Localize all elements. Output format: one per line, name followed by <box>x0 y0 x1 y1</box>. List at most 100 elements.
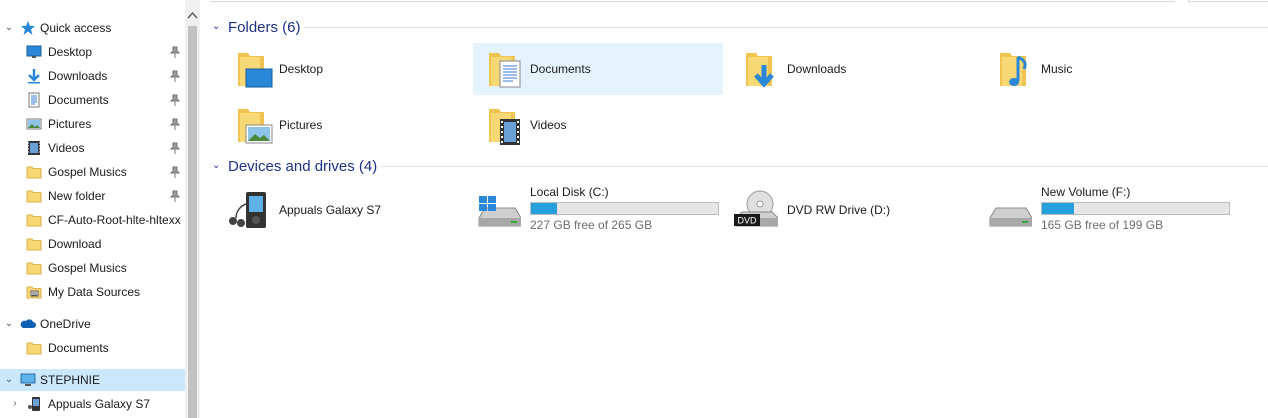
desktop-folder-icon <box>238 53 273 88</box>
folder-label: Videos <box>530 118 567 132</box>
sidebar-item-label: Pictures <box>48 117 92 131</box>
chevron-right-icon[interactable]: › <box>9 398 21 410</box>
downloads-folder-icon <box>746 53 774 88</box>
drive-usage-bar <box>1041 202 1230 215</box>
pin-icon[interactable] <box>170 118 180 130</box>
folder-documents[interactable]: Documents <box>473 43 723 95</box>
windows-drive-icon <box>478 196 521 227</box>
sidebar-item-onedrive[interactable]: ⌄ OneDrive <box>0 313 185 335</box>
sidebar-item-label: New folder <box>48 189 106 203</box>
chevron-down-icon[interactable]: ⌄ <box>3 22 15 34</box>
drive-usage-bar <box>530 202 719 215</box>
drive-dvd-d[interactable]: DVD DVD RW Drive (D:) <box>730 182 980 238</box>
desktop-icon <box>26 45 42 58</box>
documents-icon <box>28 92 40 108</box>
drive-label: DVD RW Drive (D:) <box>787 203 891 217</box>
downloads-icon <box>28 69 40 84</box>
address-bar-edge <box>210 0 1175 2</box>
documents-folder-icon <box>489 53 521 88</box>
device-label: Appuals Galaxy S7 <box>279 203 382 217</box>
hard-drive-icon <box>989 207 1032 227</box>
sidebar-item-label: Desktop <box>48 45 93 59</box>
folder-downloads[interactable]: Downloads <box>730 43 980 95</box>
devices-group-header[interactable]: ⌄ Devices and drives (4) <box>212 156 377 176</box>
drive-local-disk-c[interactable]: Local Disk (C:) 227 GB free of 265 GB <box>473 182 723 238</box>
sidebar-item-label: My Data Sources <box>48 285 141 299</box>
pictures-icon <box>26 118 42 130</box>
videos-folder-icon <box>489 109 520 145</box>
sidebar-item-label: Gospel Musics <box>48 261 127 275</box>
dvd-badge: DVD <box>737 216 757 226</box>
drive-usage-fill <box>531 203 558 214</box>
sidebar-item-label: Documents <box>48 93 109 107</box>
folder-videos[interactable]: Videos <box>473 99 723 151</box>
folder-desktop[interactable]: Desktop <box>222 43 472 95</box>
folder-label: Music <box>1041 62 1073 76</box>
navigation-pane: ⌄ Quick access Desktop Downloads Documen… <box>0 0 185 418</box>
group-title: Devices and drives (4) <box>228 157 378 175</box>
pin-icon[interactable] <box>170 142 180 154</box>
folder-icon <box>26 262 42 275</box>
chevron-down-icon[interactable]: ⌄ <box>3 374 15 386</box>
pin-icon[interactable] <box>170 190 180 202</box>
scroll-up-arrow-icon[interactable] <box>187 10 198 20</box>
pin-icon[interactable] <box>170 94 180 106</box>
drive-usage-fill <box>1042 203 1074 214</box>
drive-new-volume-f[interactable]: New Volume (F:) 165 GB free of 199 GB <box>984 182 1234 238</box>
sidebar-item-label: Downloads <box>48 69 108 83</box>
sidebar-item-pictures[interactable]: Pictures <box>0 113 185 135</box>
group-title: Folders (6) <box>228 18 301 36</box>
pin-icon[interactable] <box>170 70 180 82</box>
sidebar-item-this-pc[interactable]: ⌄ STEPHNIE <box>0 369 185 391</box>
drive-label: Local Disk (C:) <box>530 185 609 199</box>
pictures-folder-icon <box>238 109 273 144</box>
pin-icon[interactable] <box>170 46 180 58</box>
pin-icon[interactable] <box>170 166 180 178</box>
sidebar-item-download[interactable]: Download <box>0 233 185 255</box>
sidebar-item-label: Documents <box>48 341 109 355</box>
folder-label: Pictures <box>279 118 323 132</box>
folder-music[interactable]: Music <box>984 43 1234 95</box>
videos-icon <box>28 141 40 155</box>
sidebar-item-label: OneDrive <box>40 317 91 331</box>
sidebar-item-label: Gospel Musics <box>48 165 127 179</box>
sidebar-item-label: Appuals Galaxy S7 <box>48 397 151 411</box>
folder-icon <box>26 214 42 227</box>
scrollbar-thumb[interactable] <box>188 26 197 418</box>
folders-group-header[interactable]: ⌄ Folders (6) <box>212 17 301 37</box>
sidebar-item-new-folder[interactable]: New folder <box>0 185 185 207</box>
sidebar-item-desktop[interactable]: Desktop <box>0 41 185 63</box>
sidebar-item-gospel-musics-2[interactable]: Gospel Musics <box>0 257 185 279</box>
data-sources-icon <box>26 286 42 299</box>
sidebar-item-label: Download <box>48 237 102 251</box>
sidebar-item-downloads[interactable]: Downloads <box>0 65 185 87</box>
drive-free-space: 227 GB free of 265 GB <box>530 218 653 232</box>
content-pane: ⌄ Folders (6) Desktop Documents Download… <box>200 0 1268 418</box>
search-box-edge <box>1188 0 1268 2</box>
sidebar-item-cf-auto-root[interactable]: CF-Auto-Root-hlte-hltexx <box>0 209 185 231</box>
media-player-icon <box>229 192 266 228</box>
sidebar-item-quick-access[interactable]: ⌄ Quick access <box>0 17 185 39</box>
sidebar-item-my-data-sources[interactable]: My Data Sources <box>0 281 185 303</box>
folder-pictures[interactable]: Pictures <box>222 99 472 151</box>
sidebar-item-label: STEPHNIE <box>40 373 101 387</box>
device-appuals-galaxy[interactable]: Appuals Galaxy S7 <box>222 182 472 238</box>
sidebar-item-appuals-galaxy[interactable]: › Appuals Galaxy S7 <box>0 393 185 415</box>
folder-label: Documents <box>530 62 591 76</box>
star-icon <box>21 21 35 35</box>
chevron-down-icon[interactable]: ⌄ <box>212 21 224 33</box>
chevron-down-icon[interactable]: ⌄ <box>212 160 224 172</box>
folder-icon <box>26 342 42 355</box>
sidebar-item-onedrive-documents[interactable]: Documents <box>0 337 185 359</box>
folder-label: Desktop <box>279 62 324 76</box>
sidebar-item-videos[interactable]: Videos <box>0 137 185 159</box>
group-divider <box>304 27 1268 28</box>
sidebar-item-label: Quick access <box>40 21 112 35</box>
sidebar-item-gospel-musics[interactable]: Gospel Musics <box>0 161 185 183</box>
dvd-drive-icon: DVD <box>734 190 778 227</box>
drive-free-space: 165 GB free of 199 GB <box>1041 218 1164 232</box>
sidebar-item-documents[interactable]: Documents <box>0 89 185 111</box>
sidebar-item-label: Videos <box>48 141 85 155</box>
media-player-icon <box>28 397 40 411</box>
chevron-down-icon[interactable]: ⌄ <box>3 318 15 330</box>
